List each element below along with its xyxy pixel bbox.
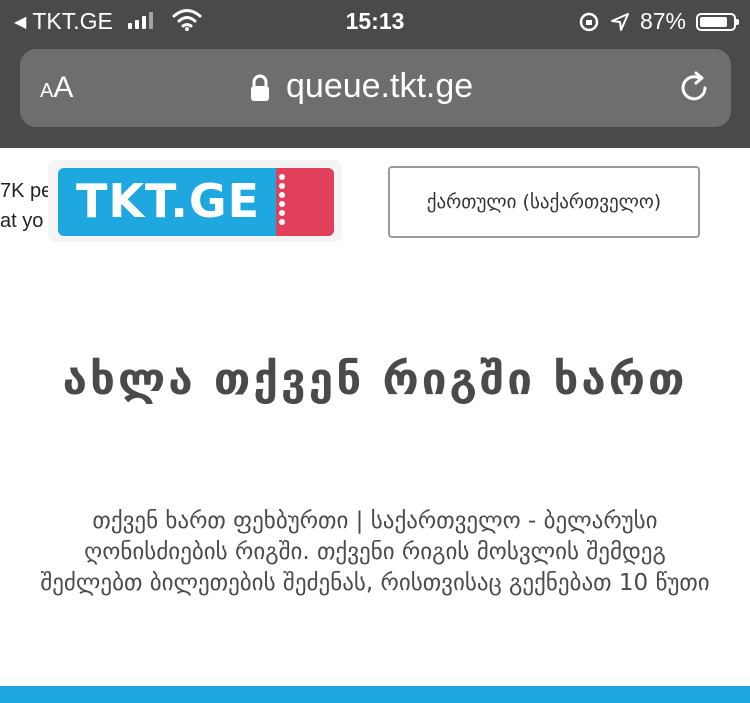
battery-icon [696,12,739,31]
clipped-line-1: 7K pe [0,180,53,202]
logo-text: TKT.GE [76,174,261,228]
browser-chrome: ◀ TKT.GE 15:13 87% AA queue.tkt.ge [0,0,750,148]
text-size-large-label: A [53,71,74,104]
status-bar: ◀ TKT.GE 15:13 87% [0,0,750,42]
bottom-banner-edge [0,686,750,703]
battery-fill [700,16,728,27]
orientation-lock-icon [579,12,599,31]
text-size-small-label: A [40,80,54,102]
logo-perforation [278,174,286,230]
url-text[interactable]: queue.tkt.ge [286,67,473,106]
queue-description: თქვენ ხართ ფეხბურთი | საქართველო - ბელარ… [40,508,710,596]
page-title: ახლა თქვენ რიგში ხართ [62,354,688,405]
status-right: 87% [578,8,739,35]
clipped-line-2: at yo [0,210,44,232]
text-size-button[interactable]: AA [40,71,73,105]
language-selector-button[interactable]: ქართული (საქართველო) [388,166,700,238]
location-arrow-icon [610,12,629,31]
lock-icon [251,74,269,101]
clipped-side-text: 7K pe at yo [0,176,52,236]
logo-badge: TKT.GE [58,168,334,236]
address-bar[interactable]: AA queue.tkt.ge [20,49,731,127]
battery-percent: 87% [639,8,686,34]
reload-icon[interactable] [675,69,713,107]
site-logo[interactable]: TKT.GE [48,160,342,242]
